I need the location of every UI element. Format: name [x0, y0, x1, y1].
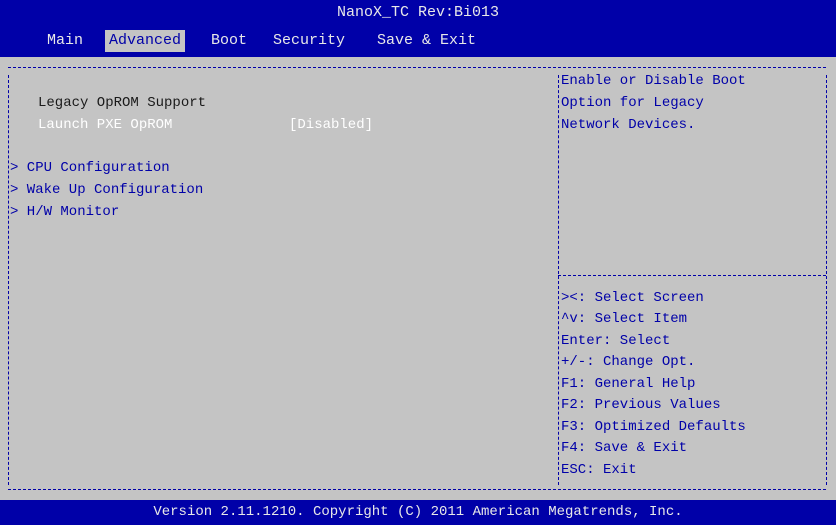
main-panel: Legacy OpROM Support Launch PXE OpROM [D… [0, 57, 836, 500]
title-bar: NanoX_TC Rev:Bi013 Main Advanced Boot Se… [0, 0, 836, 58]
version-text: Version 2.11.1210. Copyright (C) 2011 Am… [153, 504, 683, 520]
frame-bottom-line [8, 489, 826, 490]
submenu-hw-monitor[interactable]: > H/W Monitor [10, 204, 119, 220]
key-help-f3: F3: Optimized Defaults [561, 419, 746, 435]
submenu-cpu-configuration[interactable]: > CPU Configuration [10, 160, 170, 176]
help-description-line: Option for Legacy [561, 95, 704, 111]
key-help-select-item: ^v: Select Item [561, 311, 688, 327]
key-help-f1: F1: General Help [561, 376, 696, 392]
key-help-select-screen: ><: Select Screen [561, 290, 704, 306]
frame-right-line [826, 75, 827, 485]
tab-main[interactable]: Main [43, 30, 87, 52]
help-divider-line [558, 275, 826, 276]
legacy-oprom-heading: Legacy OpROM Support [38, 95, 207, 111]
help-description-line: Enable or Disable Boot [561, 73, 746, 89]
key-help-change-opt: +/-: Change Opt. [561, 354, 696, 370]
column-divider-line [558, 75, 559, 485]
setting-launch-pxe-oprom-value[interactable]: [Disabled] [289, 117, 373, 133]
frame-left-line [8, 75, 9, 485]
bios-title: NanoX_TC Rev:Bi013 [336, 4, 500, 21]
frame-top-line [8, 67, 826, 68]
tab-advanced[interactable]: Advanced [105, 30, 186, 52]
key-help-esc: ESC: Exit [561, 462, 637, 478]
key-help-f2: F2: Previous Values [561, 397, 721, 413]
submenu-wake-up-configuration[interactable]: > Wake Up Configuration [10, 182, 203, 198]
help-description-line: Network Devices. [561, 117, 696, 133]
bios-screen: NanoX_TC Rev:Bi013 Main Advanced Boot Se… [0, 0, 836, 525]
tab-boot[interactable]: Boot [207, 30, 251, 52]
key-help-f4: F4: Save & Exit [561, 440, 688, 456]
key-help-enter: Enter: Select [561, 333, 671, 349]
footer-bar: Version 2.11.1210. Copyright (C) 2011 Am… [0, 500, 836, 525]
tab-save-exit[interactable]: Save & Exit [373, 30, 480, 52]
setting-launch-pxe-oprom[interactable]: Launch PXE OpROM [38, 117, 172, 133]
tab-security[interactable]: Security [269, 30, 349, 52]
